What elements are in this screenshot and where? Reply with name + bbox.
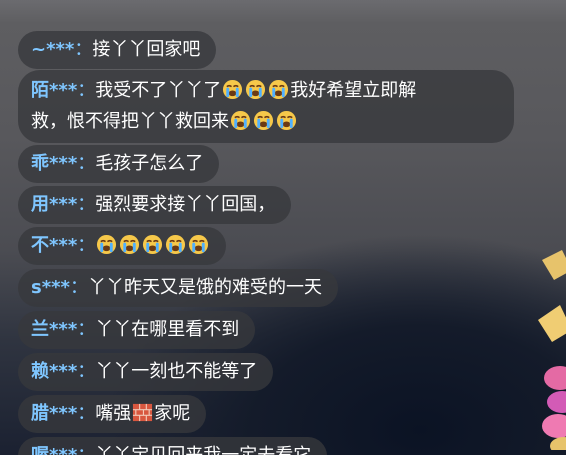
chat-separator: ： [77, 235, 96, 256]
chat-text: 丫丫宝贝回来我一定去看它 [95, 445, 311, 455]
crying-face-icon [97, 234, 117, 255]
chat-username: ~*** [31, 39, 75, 60]
chat-text: 强烈要求接丫丫回国， [95, 194, 276, 215]
chat-text: 毛孩子怎么了 [95, 153, 204, 174]
crying-face-icon [253, 110, 274, 131]
chat-separator: ： [77, 153, 96, 174]
chat-username: 用*** [31, 194, 78, 215]
crying-face-icon [189, 234, 209, 255]
chat-separator: ： [77, 361, 96, 382]
chat-text: 接丫丫回家吧 [92, 39, 201, 60]
chat-separator: ： [77, 445, 95, 455]
chat-separator: ： [77, 194, 96, 215]
chat-text: 丫丫昨天又是饿的难受的一天 [87, 277, 322, 298]
chat-text: 嘴强 [95, 403, 132, 424]
chat-username: 陌*** [31, 80, 78, 101]
chat-username: 腊*** [31, 403, 78, 424]
crying-face-icon [223, 79, 243, 100]
chat-separator: ： [74, 39, 93, 60]
chat-message: 赖***：丫丫一刻也不能等了 [18, 353, 274, 391]
live-chat-screen: ~***：接丫丫回家吧 陌***：我受不了丫丫了 我好希望立即解 救，恨不得把丫丫救… [0, 0, 566, 455]
crying-face-icon [230, 110, 251, 131]
chat-text: 我好希望立即解 [290, 80, 417, 101]
chat-message: 陌***：我受不了丫丫了 我好希望立即解救，恨不得把丫丫救回来 [18, 70, 514, 143]
chat-message: 喔***：丫丫宝贝回来我一定去看它 [18, 437, 328, 455]
crying-face-icon [120, 234, 140, 255]
chat-text: 家呢 [154, 403, 191, 424]
chat-separator: ： [69, 277, 88, 298]
crying-face-icon [246, 79, 266, 100]
crying-face-icon [269, 79, 289, 100]
chat-message: s***：丫丫昨天又是饿的难受的一天 [18, 269, 338, 307]
chat-separator: ： [77, 403, 96, 424]
chat-message: 不***： [18, 227, 227, 265]
chat-message: ~***：接丫丫回家吧 [18, 31, 217, 69]
chat-text: 丫丫一刻也不能等了 [95, 361, 258, 382]
crying-face-icon [276, 110, 297, 131]
chat-separator: ： [77, 319, 96, 340]
chat-text: 我受不了丫丫了 [95, 80, 222, 101]
chat-username: s*** [31, 277, 70, 298]
background-decoration [538, 250, 566, 450]
brick-icon [133, 403, 153, 422]
chat-username: 赖*** [31, 361, 78, 382]
chat-username: 兰*** [31, 319, 78, 340]
chat-username: 乖*** [31, 153, 78, 174]
chat-message: 用***：强烈要求接丫丫回国， [18, 186, 292, 224]
chat-text: 救，恨不得把丫丫救回来 [31, 111, 229, 132]
chat-text: 丫丫在哪里看不到 [95, 319, 240, 340]
chat-message: 腊***：嘴强 家呢 [18, 395, 207, 433]
chat-username: 喔*** [31, 445, 77, 455]
chat-separator: ： [77, 80, 96, 101]
chat-message: 乖***：毛孩子怎么了 [18, 145, 220, 183]
chat-message: 兰***：丫丫在哪里看不到 [18, 311, 256, 349]
top-bar [0, 0, 566, 22]
crying-face-icon [166, 234, 186, 255]
crying-face-icon [143, 234, 163, 255]
chat-username: 不*** [31, 235, 78, 256]
